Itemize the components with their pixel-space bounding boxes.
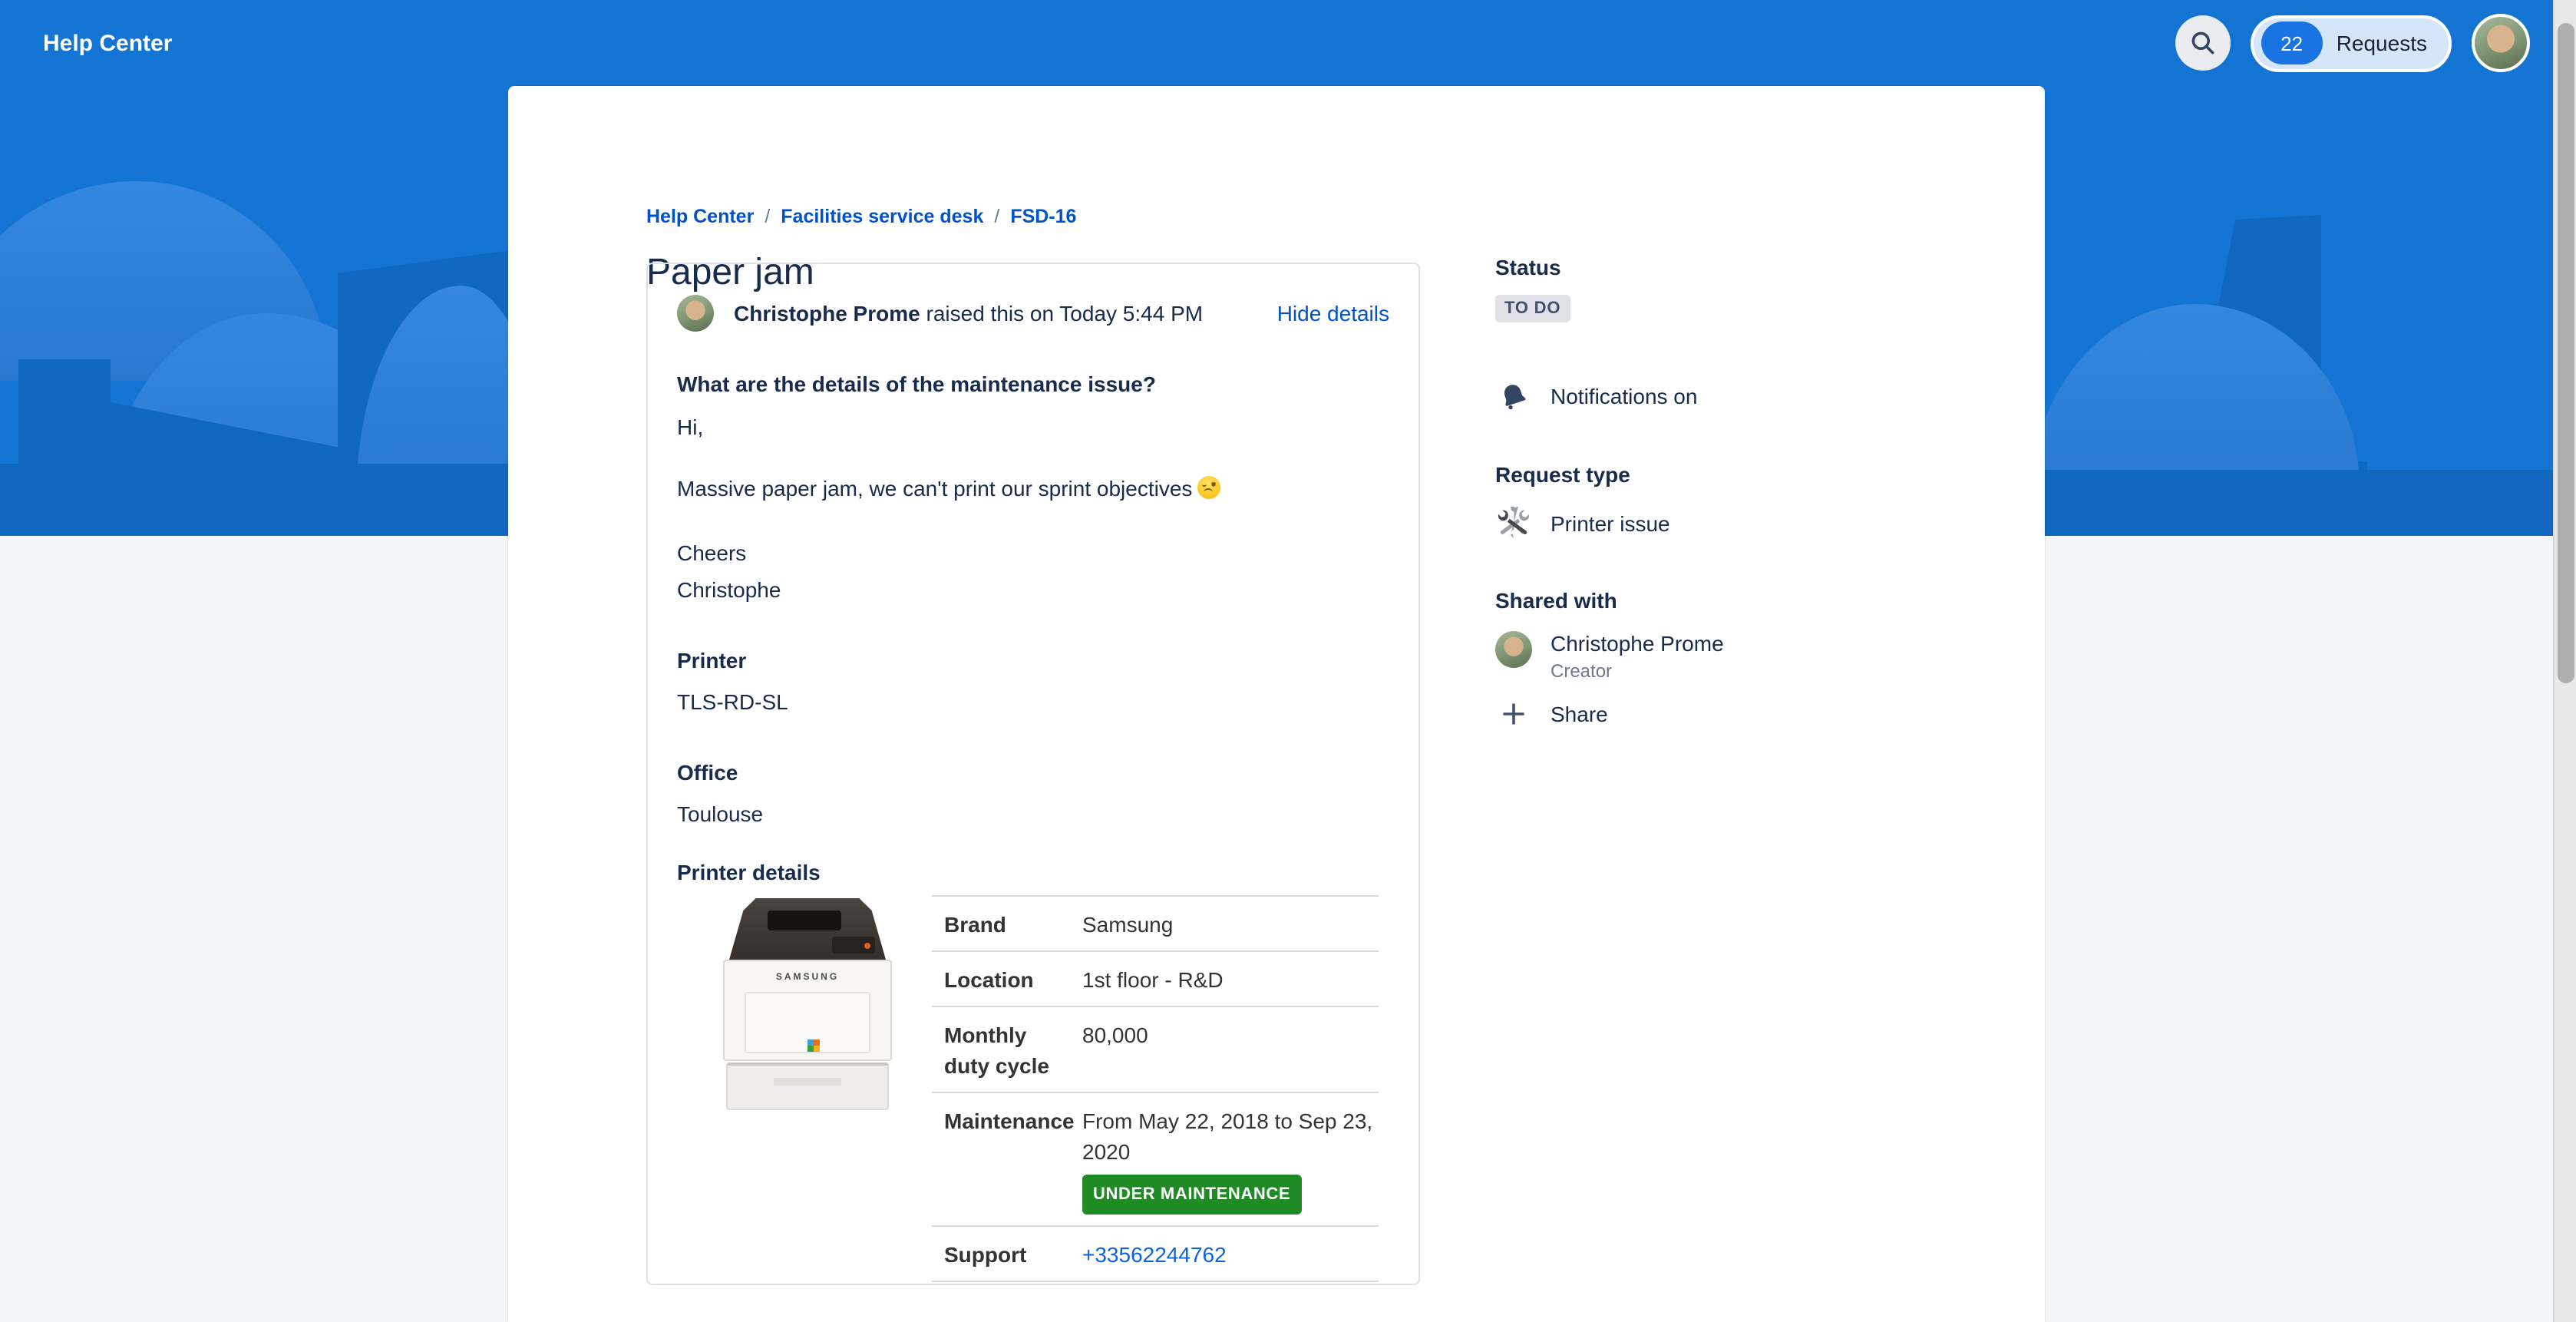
row-value: Samsung [1082,909,1379,940]
request-sidebar: Status TO DO Notifications on Request ty… [1495,255,2033,732]
breadcrumb-separator: / [994,206,999,227]
request-reporter-line: Christophe Prome raised this on Today 5:… [734,301,1203,326]
app-title: Help Center [43,30,172,56]
field-value-office: Toulouse [677,798,1389,829]
sad-emoji [1197,476,1220,499]
shared-with-heading: Shared with [1495,588,2033,613]
printer-details-table: Brand Samsung Location 1st floor - R&D M… [932,895,1379,1282]
breadcrumb: Help Center / Facilities service desk / FSD-… [646,206,1076,227]
printer-tray [726,1063,889,1110]
top-bar: Help Center 22 Requests [0,0,2576,86]
request-type-heading: Request type [1495,462,2033,487]
request-body-line: Massive paper jam, we can't print our sp… [677,473,1389,504]
breadcrumb-separator: / [765,206,770,227]
tools-icon [1495,505,1532,542]
table-row: Maintenance From May 22, 2018 to Sep 23,… [932,1092,1379,1225]
row-value: 1st floor - R&D [1082,964,1379,995]
request-body-line: Hi, [677,411,1389,442]
maintenance-status-badge: UNDER MAINTENANCE [1082,1175,1301,1215]
row-label: Maintenance [944,1106,1082,1215]
request-type-value: Printer issue [1551,511,1670,536]
breadcrumb-help-center[interactable]: Help Center [646,206,754,227]
printer-body: SAMSUNG [723,960,892,1061]
person-info: Christophe Prome Creator [1551,631,1724,682]
search-icon [2189,29,2217,57]
row-value: From May 22, 2018 to Sep 23, 2020 UNDER … [1082,1106,1379,1215]
maintenance-dates: From May 22, 2018 to Sep 23, 2020 [1082,1109,1372,1164]
user-avatar[interactable] [2472,14,2530,72]
person-role: Creator [1551,660,1724,682]
field-label-printer: Printer [677,645,1389,676]
person-name: Christophe Prome [1551,631,1724,657]
table-row: Location 1st floor - R&D [932,950,1379,1006]
printer-image: SAMSUNG [722,895,893,1110]
raised-meta: raised this on Today 5:44 PM [920,301,1203,326]
printer-control-panel [832,937,875,953]
row-label: Monthly duty cycle [944,1020,1082,1081]
row-label: Brand [944,909,1082,940]
row-label: Support [944,1239,1082,1270]
person-avatar [1495,631,1532,668]
plus-icon [1495,696,1532,732]
hide-details-link[interactable]: Hide details [1277,301,1389,326]
printer-brand-text: SAMSUNG [725,973,890,983]
printer-details-row: SAMSUNG Brand Samsung Location 1st floor… [677,895,1389,1282]
requests-button[interactable]: 22 Requests [2251,15,2452,71]
requests-count-badge: 22 [2261,21,2323,64]
skyline-base [2042,470,2576,536]
request-body-line: Cheers [677,537,1389,568]
row-value: +33562244762 [1082,1239,1379,1270]
breadcrumb-service-desk[interactable]: Facilities service desk [781,206,983,227]
request-detail-box: Christophe Prome raised this on Today 5:… [646,263,1420,1285]
status-heading: Status [1495,255,2033,279]
bell-icon [1495,378,1532,415]
request-header: Christophe Prome raised this on Today 5:… [677,295,1389,332]
support-phone-link[interactable]: +33562244762 [1082,1242,1227,1267]
table-row: Brand Samsung [932,895,1379,950]
request-body-line: Christophe [677,574,1389,605]
scrollbar-thumb[interactable] [2558,23,2574,683]
table-row: Support +33562244762 [932,1225,1379,1282]
reporter-avatar [677,295,714,332]
table-row: Monthly duty cycle 80,000 [932,1006,1379,1092]
row-value: 80,000 [1082,1020,1379,1081]
printer-color-logo [807,1039,814,1046]
page-scrollbar [2553,0,2576,1322]
request-question: What are the details of the maintenance … [677,369,1389,399]
field-label-office: Office [677,757,1389,788]
notifications-label: Notifications on [1551,384,1697,408]
share-button[interactable]: Share [1495,696,2033,732]
printer-paper-slot [768,911,841,930]
share-label: Share [1551,702,1608,726]
field-value-printer: TLS-RD-SL [677,686,1389,717]
search-button[interactable] [2175,15,2231,71]
reporter-name: Christophe Prome [734,301,920,326]
row-label: Location [944,964,1082,995]
printer-details-heading: Printer details [677,857,1389,887]
top-bar-actions: 22 Requests [2175,0,2530,86]
request-page-card: Help Center / Facilities service desk / FSD-… [508,86,2045,1322]
shared-person-row: Christophe Prome Creator [1495,631,2033,682]
notifications-toggle[interactable]: Notifications on [1495,378,2033,415]
requests-label: Requests [2337,31,2427,55]
request-type-row: Printer issue [1495,505,2033,542]
breadcrumb-issue-key[interactable]: FSD-16 [1010,206,1076,227]
skyline-base [0,464,525,536]
status-badge: TO DO [1495,295,1570,322]
